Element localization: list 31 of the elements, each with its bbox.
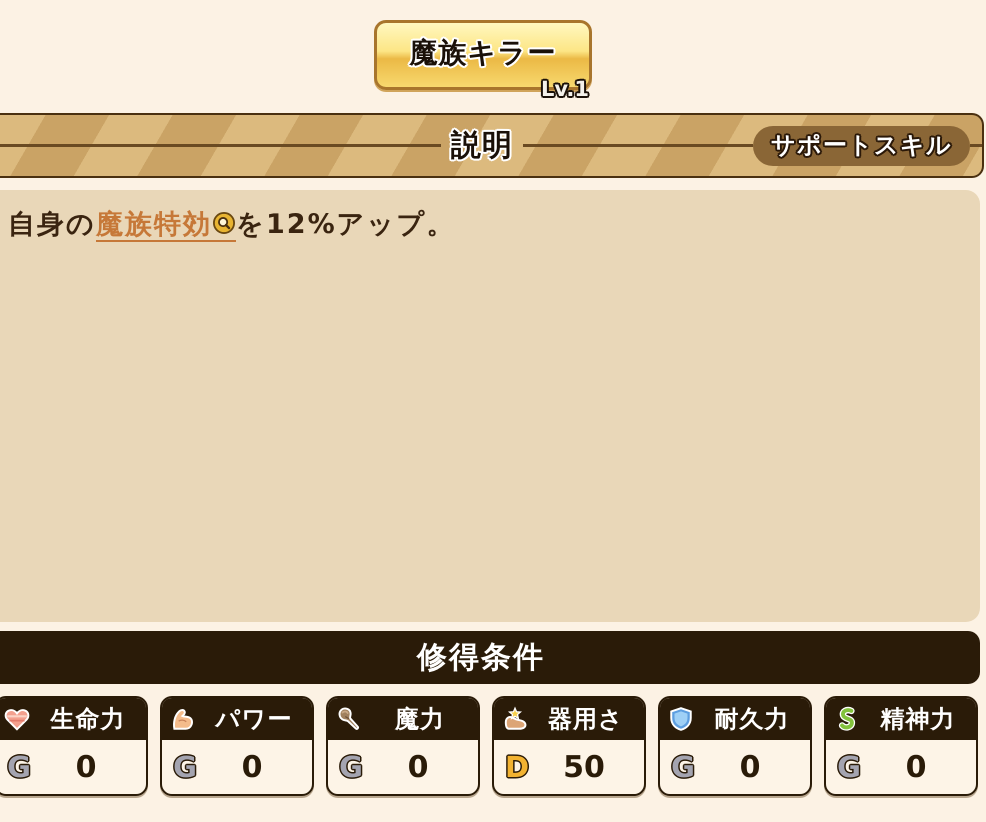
description-text: 自身の魔族特効 を12%アップ。 [8, 208, 457, 244]
boot-star-icon [502, 706, 528, 732]
grade-letter: D [504, 750, 530, 784]
search-icon [213, 212, 235, 234]
grade-letter: G [670, 750, 696, 784]
stat-label: 器用さ [547, 704, 625, 735]
grade-letter: G [338, 750, 364, 784]
skill-type-badge: サポートスキル [753, 126, 970, 166]
stat-value: 0 [738, 750, 762, 784]
stat-label: 耐久力 [714, 704, 790, 735]
skill-name: 魔族キラー [410, 35, 556, 71]
term-link[interactable]: 魔族特効 [96, 209, 236, 242]
grade-letter: G [836, 750, 862, 784]
stat-label: 魔力 [394, 704, 446, 735]
grade-letter: G [172, 750, 198, 784]
stat-value: 0 [240, 750, 264, 784]
stat-value: 0 [406, 750, 430, 784]
stat-value: 0 [74, 750, 98, 784]
stat-value: 0 [904, 750, 928, 784]
arm-icon [170, 706, 196, 732]
stat-label: 生命力 [49, 704, 126, 735]
heart-icon [4, 706, 30, 732]
stat-value: 50 [562, 750, 606, 784]
grade-letter: G [6, 750, 32, 784]
stat-label: パワー [214, 704, 294, 735]
shield-icon [668, 706, 694, 732]
stat-label: 精神力 [879, 704, 956, 735]
section-title: 説明 [451, 127, 513, 165]
skill-level: Lv.1 [541, 79, 589, 100]
conditions-title: 修得条件 [417, 639, 545, 677]
club-icon [336, 706, 362, 732]
